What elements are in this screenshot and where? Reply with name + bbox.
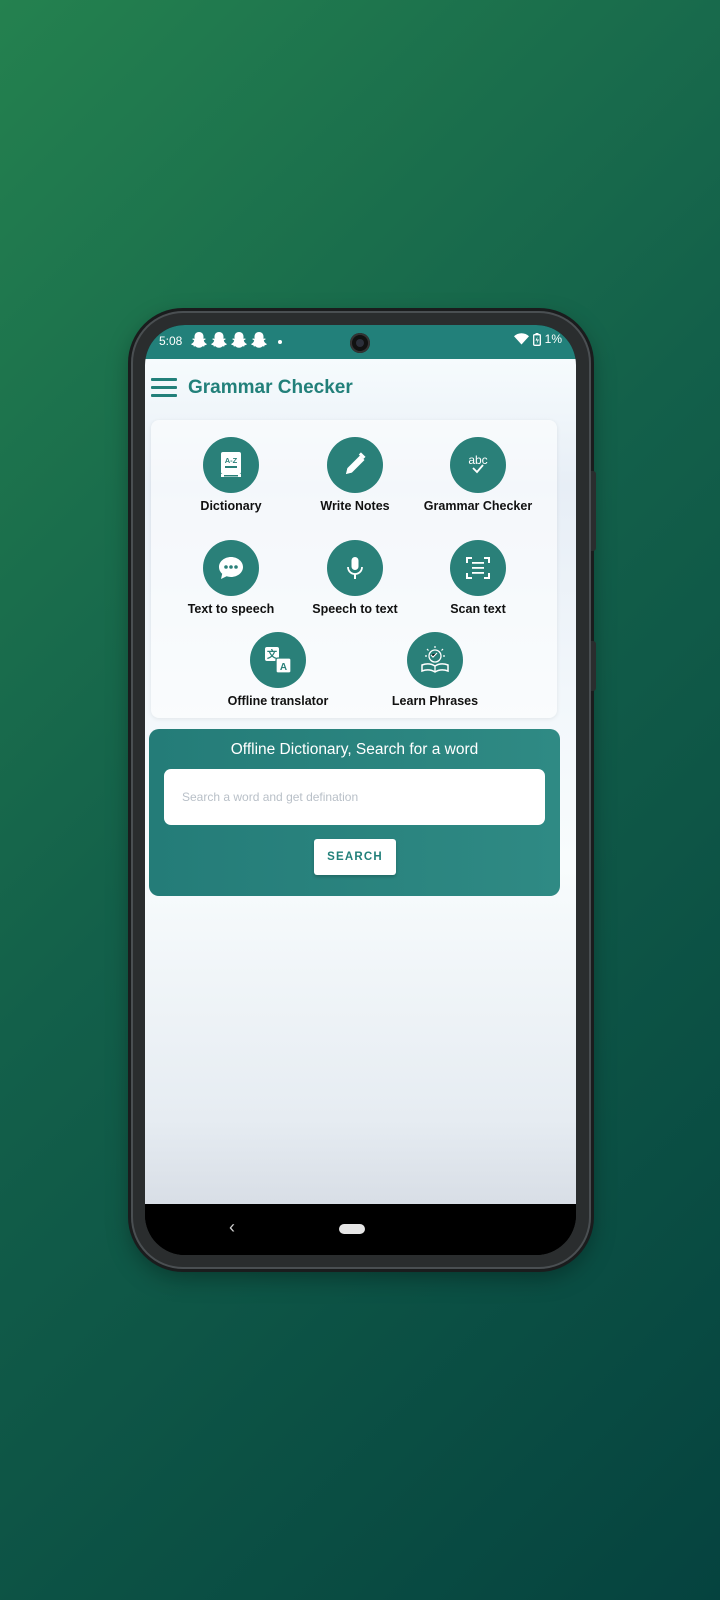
- feature-label: Speech to text: [312, 602, 398, 616]
- app-bar: Grammar Checker: [145, 359, 576, 417]
- translate-icon: 文A: [250, 632, 306, 688]
- power-button: [591, 641, 596, 691]
- snapchat-icon: [231, 332, 247, 348]
- app-title: Grammar Checker: [188, 377, 353, 398]
- chat-bubble-icon: [203, 540, 259, 596]
- snapchat-icon: [211, 332, 227, 348]
- back-icon[interactable]: ‹: [229, 1217, 235, 1238]
- battery-percent: 1%: [544, 332, 562, 346]
- feature-label: Dictionary: [200, 499, 262, 513]
- open-book-icon: [407, 632, 463, 688]
- app-content: Grammar Checker A-Z Dictionary Write Not…: [145, 359, 576, 1204]
- feature-label: Text to speech: [187, 602, 275, 616]
- search-heading: Offline Dictionary, Search for a word: [230, 741, 479, 758]
- home-pill-icon[interactable]: [339, 1224, 365, 1234]
- feature-learn-phrases[interactable]: Learn Phrases: [375, 632, 495, 708]
- svg-text:A: A: [280, 662, 287, 673]
- status-time: 5:08: [159, 334, 183, 348]
- feature-grammar-checker[interactable]: abc Grammar Checker: [418, 437, 538, 513]
- phone-frame: 5:08 1% Grammar Checker A-Z Dictionary W…: [131, 311, 596, 1269]
- snapchat-icon: [251, 332, 267, 348]
- search-button[interactable]: SEARCH: [314, 839, 396, 875]
- feature-label: Write Notes: [320, 499, 390, 513]
- volume-button: [591, 471, 596, 551]
- feature-text-to-speech[interactable]: Text to speech: [171, 540, 291, 616]
- snapchat-icon: [191, 332, 207, 348]
- feature-label: Scan text: [450, 602, 506, 616]
- dot-icon: [278, 340, 282, 344]
- front-camera: [350, 333, 370, 353]
- features-card: A-Z Dictionary Write Notes abc Grammar C…: [151, 420, 557, 718]
- hamburger-menu-icon[interactable]: [151, 375, 177, 397]
- feature-label: Offline translator: [227, 694, 329, 708]
- dictionary-book-icon: A-Z: [203, 437, 259, 493]
- feature-label: Grammar Checker: [423, 499, 533, 513]
- scan-text-icon: [450, 540, 506, 596]
- abc-check-icon: abc: [450, 437, 506, 493]
- dictionary-search-panel: Offline Dictionary, Search for a word SE…: [149, 729, 560, 896]
- status-bar: 5:08 1%: [145, 325, 576, 359]
- feature-write-notes[interactable]: Write Notes: [295, 437, 415, 513]
- search-input[interactable]: [164, 769, 545, 825]
- navigation-bar: ‹: [145, 1204, 576, 1255]
- feature-label: Learn Phrases: [391, 694, 479, 708]
- svg-text:A-Z: A-Z: [225, 456, 238, 465]
- feature-speech-to-text[interactable]: Speech to text: [295, 540, 415, 616]
- phone-screen: 5:08 1% Grammar Checker A-Z Dictionary W…: [145, 325, 576, 1255]
- pencil-icon: [327, 437, 383, 493]
- wifi-icon: [513, 333, 529, 345]
- svg-text:abc: abc: [468, 453, 487, 467]
- feature-dictionary[interactable]: A-Z Dictionary: [171, 437, 291, 513]
- feature-offline-translator[interactable]: 文A Offline translator: [218, 632, 338, 708]
- microphone-icon: [327, 540, 383, 596]
- battery-icon: [532, 332, 541, 346]
- feature-scan-text[interactable]: Scan text: [418, 540, 538, 616]
